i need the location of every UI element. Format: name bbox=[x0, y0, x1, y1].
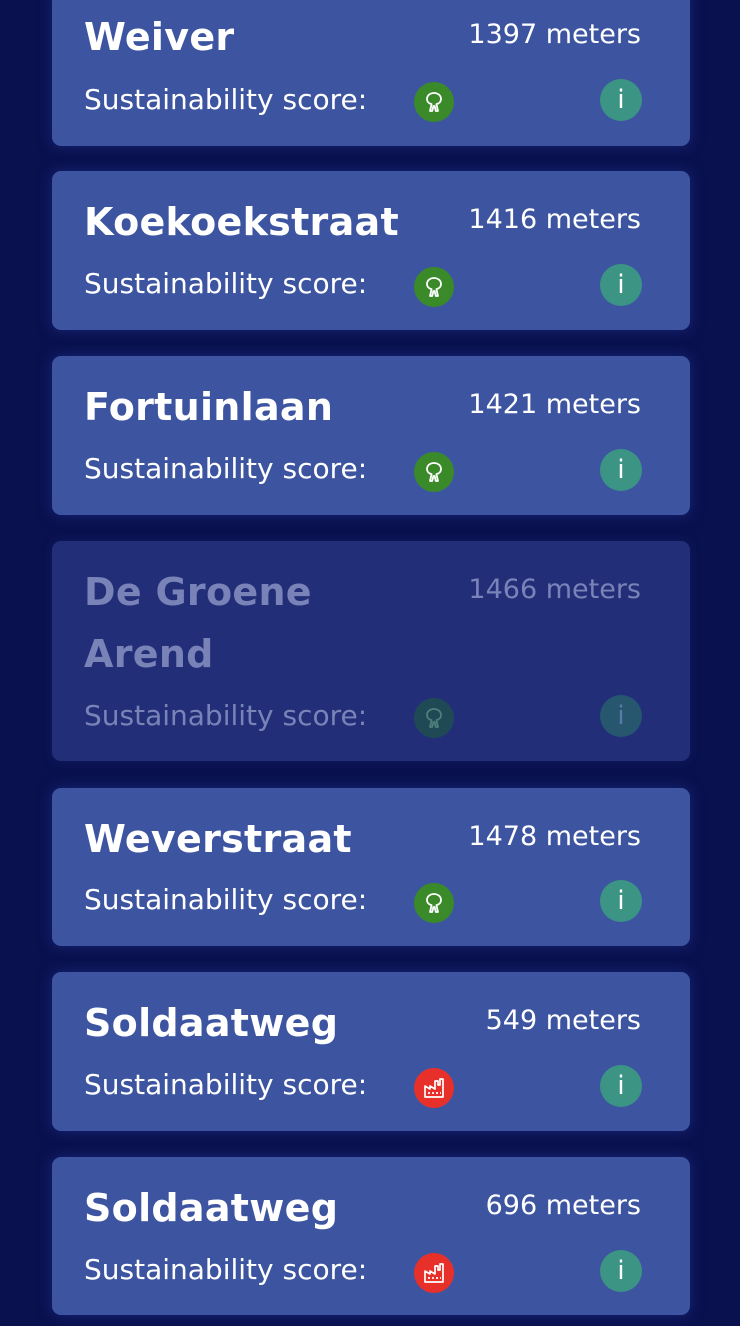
location-card[interactable]: Weiver 1397 meters Sustainability score:… bbox=[52, 0, 690, 146]
location-card[interactable]: Weverstraat 1478 meters Sustainability s… bbox=[52, 788, 690, 946]
location-card[interactable]: Fortuinlaan 1421 meters Sustainability s… bbox=[52, 356, 690, 515]
factory-icon bbox=[414, 1068, 454, 1108]
location-distance: 549 meters bbox=[485, 1005, 641, 1036]
sustainability-score-label: Sustainability score: bbox=[84, 699, 368, 732]
sustainability-score-label: Sustainability score: bbox=[84, 1253, 368, 1286]
sustainability-score-label: Sustainability score: bbox=[84, 883, 368, 916]
location-name: Koekoekstraat bbox=[84, 200, 399, 244]
sustainability-score-label: Sustainability score: bbox=[84, 452, 368, 485]
location-distance: 1466 meters bbox=[468, 574, 641, 605]
info-button[interactable]: i bbox=[600, 1250, 642, 1292]
location-list: Weiver 1397 meters Sustainability score:… bbox=[0, 0, 740, 1326]
sustainability-score-label: Sustainability score: bbox=[84, 83, 368, 116]
tree-icon bbox=[414, 883, 454, 923]
info-button[interactable]: i bbox=[600, 880, 642, 922]
location-distance: 696 meters bbox=[485, 1190, 641, 1221]
location-name: De Groene Arend bbox=[84, 570, 312, 676]
location-name: Soldaatweg bbox=[84, 1186, 339, 1230]
tree-icon bbox=[414, 698, 454, 738]
location-card[interactable]: Soldaatweg 549 meters Sustainability sco… bbox=[52, 972, 690, 1131]
location-distance: 1416 meters bbox=[468, 204, 641, 235]
tree-icon bbox=[414, 452, 454, 492]
location-distance: 1478 meters bbox=[468, 821, 641, 852]
factory-icon bbox=[414, 1253, 454, 1293]
tree-icon bbox=[414, 82, 454, 122]
location-name: Fortuinlaan bbox=[84, 385, 334, 429]
tree-icon bbox=[414, 267, 454, 307]
info-button[interactable]: i bbox=[600, 695, 642, 737]
info-button[interactable]: i bbox=[600, 1065, 642, 1107]
sustainability-score-label: Sustainability score: bbox=[84, 267, 368, 300]
location-distance: 1421 meters bbox=[468, 389, 641, 420]
info-button[interactable]: i bbox=[600, 79, 642, 121]
location-distance: 1397 meters bbox=[468, 19, 641, 50]
location-card[interactable]: Soldaatweg 696 meters Sustainability sco… bbox=[52, 1157, 690, 1315]
sustainability-score-label: Sustainability score: bbox=[84, 1068, 368, 1101]
info-button[interactable]: i bbox=[600, 264, 642, 306]
location-card[interactable]: Koekoekstraat 1416 meters Sustainability… bbox=[52, 171, 690, 330]
location-card-disabled[interactable]: De Groene Arend 1466 meters Sustainabili… bbox=[52, 541, 690, 761]
location-name: Soldaatweg bbox=[84, 1001, 339, 1045]
location-name: Weverstraat bbox=[84, 817, 352, 861]
location-name: Weiver bbox=[84, 15, 235, 59]
info-button[interactable]: i bbox=[600, 449, 642, 491]
